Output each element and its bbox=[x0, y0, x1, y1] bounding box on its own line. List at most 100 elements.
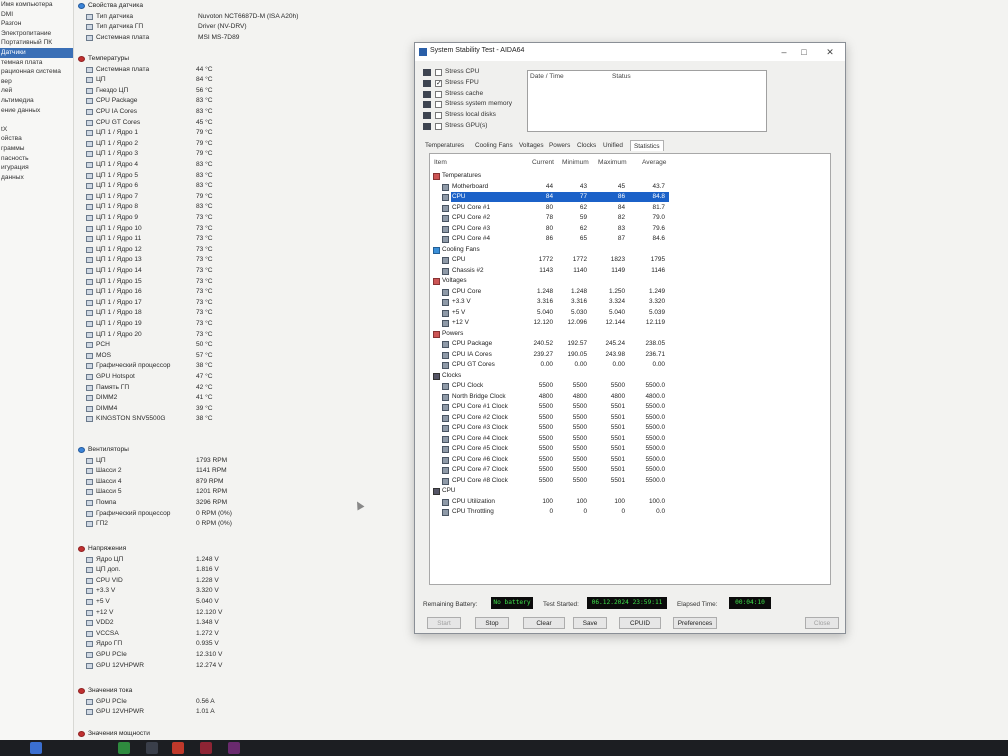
table-row[interactable]: CPU Utilization 100 100 100 100.0 bbox=[430, 497, 830, 508]
group-row[interactable]: CPU bbox=[430, 486, 830, 497]
tab-clocks[interactable]: Clocks bbox=[577, 140, 596, 151]
minimize-button[interactable]: – bbox=[777, 46, 791, 58]
title-bar[interactable]: System Stability Test - AIDA64 – □ ✕ bbox=[415, 43, 845, 61]
table-row[interactable]: North Bridge Clock 4800 4800 4800 4800.0 bbox=[430, 392, 830, 403]
nav-item[interactable]: tX bbox=[0, 125, 73, 135]
value-max: 45 bbox=[617, 182, 625, 190]
event-log[interactable]: Date / Time Status bbox=[527, 70, 767, 132]
table-row[interactable]: +3.3 V 3.316 3.316 3.324 3.320 bbox=[430, 297, 830, 308]
nav-item[interactable]: DMI bbox=[0, 10, 73, 20]
tab-voltages[interactable]: Voltages bbox=[519, 140, 544, 151]
nav-item[interactable]: данных bbox=[0, 173, 73, 183]
taskbar-app-icon[interactable] bbox=[118, 742, 130, 754]
table-row[interactable]: CPU Core #4 86 65 87 84.6 bbox=[430, 234, 830, 245]
stress-checkbox[interactable] bbox=[435, 122, 442, 130]
sensor-value: 879 RPM bbox=[196, 477, 224, 485]
tab-statistics[interactable]: Statistics bbox=[630, 140, 664, 151]
nav-item[interactable]: вер bbox=[0, 77, 73, 87]
nav-item[interactable]: ойства bbox=[0, 134, 73, 144]
nav-item[interactable]: Датчики bbox=[0, 47, 73, 58]
column-average[interactable]: Average bbox=[642, 159, 666, 166]
table-row[interactable]: CPU 84 77 86 84.8 bbox=[430, 192, 830, 203]
clear-button[interactable]: Clear bbox=[523, 617, 565, 629]
nav-item[interactable]: игурация bbox=[0, 163, 73, 173]
column-maximum[interactable]: Maximum bbox=[598, 159, 627, 166]
tab-unified[interactable]: Unified bbox=[603, 140, 623, 151]
close-button[interactable]: Close bbox=[805, 617, 839, 629]
nav-item[interactable]: Имя компьютера bbox=[0, 0, 73, 10]
table-row[interactable]: CPU Core #2 Clock 5500 5500 5501 5500.0 bbox=[430, 413, 830, 424]
stress-checkbox[interactable]: ✓ bbox=[435, 79, 442, 87]
group-row[interactable]: Voltages bbox=[430, 276, 830, 287]
stop-button[interactable]: Stop bbox=[475, 617, 509, 629]
stress-checkbox[interactable] bbox=[435, 101, 442, 109]
table-row[interactable]: CPU Core #3 Clock 5500 5500 5501 5500.0 bbox=[430, 423, 830, 434]
table-row[interactable]: CPU Core #1 80 62 84 81.7 bbox=[430, 203, 830, 214]
nav-item[interactable] bbox=[0, 182, 73, 192]
stress-option[interactable]: Stress CPU bbox=[423, 67, 527, 78]
tab-cooling-fans[interactable]: Cooling Fans bbox=[475, 140, 513, 151]
nav-item[interactable]: рационная система bbox=[0, 67, 73, 77]
column-item[interactable]: Item bbox=[434, 159, 447, 166]
table-row[interactable]: CPU Core #3 80 62 83 79.6 bbox=[430, 224, 830, 235]
nav-item[interactable]: пасность bbox=[0, 154, 73, 164]
sensor-name: CPU Package bbox=[96, 97, 138, 105]
table-row[interactable]: +12 V 12.120 12.096 12.144 12.119 bbox=[430, 318, 830, 329]
nav-item[interactable]: темная плата bbox=[0, 58, 73, 68]
tab-temperatures[interactable]: Temperatures bbox=[425, 140, 464, 151]
table-row[interactable]: Motherboard 44 43 45 43.7 bbox=[430, 182, 830, 193]
table-row[interactable]: Chassis #2 1143 1140 1149 1146 bbox=[430, 266, 830, 277]
table-row[interactable]: CPU Core 1.248 1.248 1.250 1.249 bbox=[430, 287, 830, 298]
preferences-button[interactable]: Preferences bbox=[673, 617, 717, 629]
taskbar-app-icon[interactable] bbox=[172, 742, 184, 754]
table-row[interactable]: CPU Core #6 Clock 5500 5500 5501 5500.0 bbox=[430, 455, 830, 466]
start-icon[interactable] bbox=[30, 742, 42, 754]
table-row[interactable]: CPU Core #4 Clock 5500 5500 5501 5500.0 bbox=[430, 434, 830, 445]
cpuid-button[interactable]: CPUID bbox=[619, 617, 661, 629]
nav-item[interactable]: лей bbox=[0, 86, 73, 96]
close-window-button[interactable]: ✕ bbox=[823, 46, 837, 58]
nav-item[interactable]: Электропитание bbox=[0, 29, 73, 39]
stress-option[interactable]: Stress cache bbox=[423, 89, 527, 100]
save-button[interactable]: Save bbox=[573, 617, 607, 629]
column-minimum[interactable]: Minimum bbox=[562, 159, 589, 166]
table-row[interactable]: CPU Core #8 Clock 5500 5500 5501 5500.0 bbox=[430, 476, 830, 487]
group-row[interactable]: Powers bbox=[430, 329, 830, 340]
group-row[interactable]: Temperatures bbox=[430, 171, 830, 182]
stress-option[interactable]: Stress system memory bbox=[423, 99, 527, 110]
sensor-icon bbox=[86, 641, 93, 648]
nav-item[interactable]: льтимедиа bbox=[0, 96, 73, 106]
table-row[interactable]: CPU Core #7 Clock 5500 5500 5501 5500.0 bbox=[430, 465, 830, 476]
taskbar-app-icon[interactable] bbox=[146, 742, 158, 754]
table-row[interactable]: CPU Core #5 Clock 5500 5500 5501 5500.0 bbox=[430, 444, 830, 455]
nav-item[interactable]: ение данных bbox=[0, 106, 73, 116]
table-row[interactable]: CPU IA Cores 239.27 190.05 243.98 236.71 bbox=[430, 350, 830, 361]
sensor-value: 1201 RPM bbox=[196, 488, 228, 496]
group-row[interactable]: Clocks bbox=[430, 371, 830, 382]
group-row[interactable]: Cooling Fans bbox=[430, 245, 830, 256]
taskbar-app-icon[interactable] bbox=[228, 742, 240, 754]
nav-item[interactable]: Портативный ПК bbox=[0, 38, 73, 48]
stress-checkbox[interactable] bbox=[435, 112, 442, 120]
stress-checkbox[interactable] bbox=[435, 69, 442, 76]
table-row[interactable]: CPU Core #2 78 59 82 79.0 bbox=[430, 213, 830, 224]
column-current[interactable]: Current bbox=[532, 159, 554, 166]
nav-item[interactable] bbox=[0, 115, 73, 125]
stress-checkbox[interactable] bbox=[435, 90, 442, 98]
nav-item[interactable]: граммы bbox=[0, 144, 73, 154]
table-row[interactable]: CPU Throttling 0 0 0 0.0 bbox=[430, 507, 830, 518]
start-button[interactable]: Start bbox=[427, 617, 461, 629]
table-row[interactable]: +5 V 5.040 5.030 5.040 5.039 bbox=[430, 308, 830, 319]
stress-option[interactable]: Stress GPU(s) bbox=[423, 121, 527, 132]
table-row[interactable]: CPU 1772 1772 1823 1795 bbox=[430, 255, 830, 266]
nav-item[interactable]: Разгон bbox=[0, 19, 73, 29]
table-row[interactable]: CPU GT Cores 0.00 0.00 0.00 0.00 bbox=[430, 360, 830, 371]
tab-powers[interactable]: Powers bbox=[549, 140, 570, 151]
stress-option[interactable]: ✓ Stress FPU bbox=[423, 78, 527, 89]
aida64-taskbar-icon[interactable] bbox=[200, 742, 212, 754]
table-row[interactable]: CPU Package 240.52 192.57 245.24 238.05 bbox=[430, 339, 830, 350]
table-row[interactable]: CPU Clock 5500 5500 5500 5500.0 bbox=[430, 381, 830, 392]
stress-option[interactable]: Stress local disks bbox=[423, 110, 527, 121]
maximize-button[interactable]: □ bbox=[797, 46, 811, 58]
table-row[interactable]: CPU Core #1 Clock 5500 5500 5501 5500.0 bbox=[430, 402, 830, 413]
